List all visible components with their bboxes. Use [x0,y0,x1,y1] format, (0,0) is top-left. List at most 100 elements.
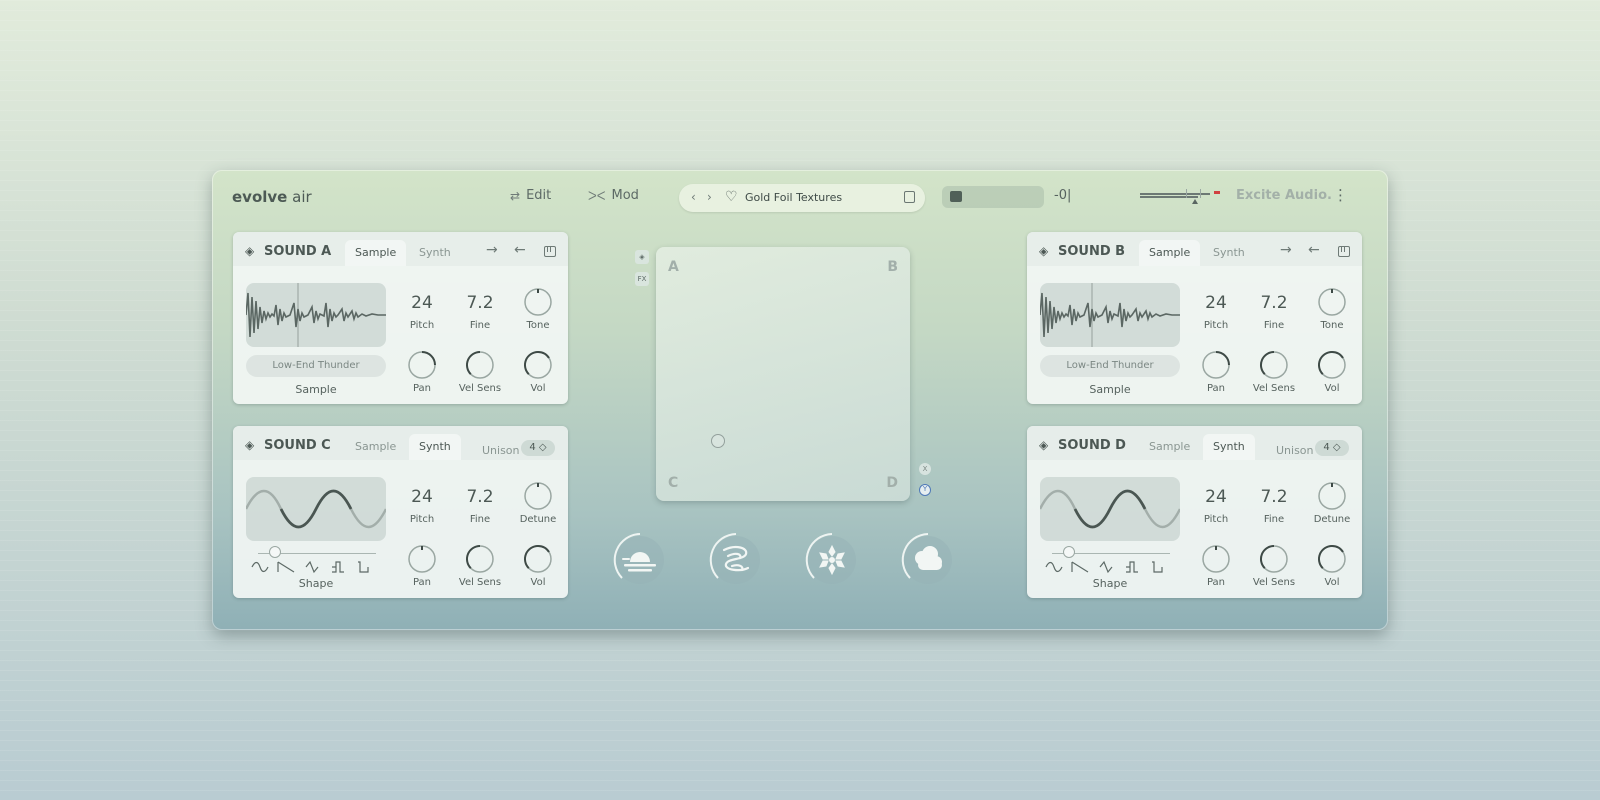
sine-wave-graphic [246,489,386,529]
pitch-value[interactable]: 24 [397,487,447,507]
corner-a-label: A [668,259,679,275]
pan-label: Pan [1206,383,1226,394]
fine-value[interactable]: 7.2 [455,293,505,313]
pitch-label: Pitch [1203,514,1229,525]
pan-knob[interactable] [1200,543,1232,575]
layers-view-button[interactable]: ◈ [635,250,649,264]
detune-knob[interactable] [522,480,554,512]
vol-knob[interactable] [1316,543,1348,575]
meter-tick [1186,189,1187,198]
pan-knob[interactable] [1200,349,1232,381]
snowflake-fx-button[interactable] [802,530,862,590]
xy-pad[interactable]: A B C D [656,247,910,501]
vel-sens-knob[interactable] [1258,349,1290,381]
pitch-value[interactable]: 24 [1191,293,1241,313]
pan-label: Pan [412,577,432,588]
preset-name[interactable]: Gold Foil Textures [745,191,842,204]
vol-knob[interactable] [522,349,554,381]
arrow-right-icon[interactable]: → [1280,242,1292,258]
arrow-left-icon[interactable]: ← [514,242,526,258]
pan-knob[interactable] [406,543,438,575]
cloud-fx-button[interactable] [898,530,958,590]
corner-c-label: C [668,475,679,491]
vel-sens-knob[interactable] [464,349,496,381]
vel-sens-label: Vel Sens [1252,577,1296,588]
x-axis-button[interactable]: X [919,463,931,475]
tab-synth[interactable]: Synth [409,240,461,266]
panel-title: SOUND C [264,438,331,453]
shape-icons [251,560,369,574]
previous-preset-icon[interactable]: ‹ [691,190,696,204]
layers-icon: ◈ [245,244,255,258]
vol-knob[interactable] [522,543,554,575]
panel-title: SOUND A [264,244,332,259]
sample-label: Sample [295,383,337,396]
tab-sample[interactable]: Sample [1139,434,1200,460]
fine-label: Fine [469,320,491,331]
shape-slider-handle[interactable] [269,546,281,558]
unison-stepper[interactable]: 4 ◇ [521,440,555,456]
xy-cursor-handle[interactable] [711,434,725,448]
layers-icon: ◈ [1039,438,1049,452]
y-axis-button[interactable]: Y [919,484,931,496]
heart-icon[interactable]: ♡ [725,189,738,205]
sound-c-panel: ◈ SOUND C Sample Synth Unison 4 ◇ Shape … [233,426,568,598]
edit-button[interactable]: ⇄ Edit [510,188,551,203]
unison-stepper[interactable]: 4 ◇ [1315,440,1349,456]
synth-waveform[interactable] [246,477,386,541]
sample-name-button[interactable]: Low-End Thunder [246,355,386,377]
sound-b-panel: ◈ SOUND B Sample Synth → ← Low-End Thund… [1027,232,1362,404]
piano-keys-icon[interactable] [544,246,556,257]
pitch-value[interactable]: 24 [1191,487,1241,507]
pan-knob[interactable] [406,349,438,381]
pitch-label: Pitch [409,514,435,525]
wind-fx-button[interactable] [706,530,766,590]
vel-sens-knob[interactable] [1258,543,1290,575]
detune-knob[interactable] [1316,480,1348,512]
detune-label: Detune [519,514,557,525]
fine-label: Fine [469,514,491,525]
synth-waveform[interactable] [1040,477,1180,541]
tab-sample[interactable]: Sample [345,434,406,460]
output-display [942,186,1044,208]
pitch-label: Pitch [1203,320,1229,331]
fine-label: Fine [1263,514,1285,525]
swap-arrows-icon: ⇄ [510,188,521,203]
sample-waveform[interactable] [1040,283,1180,347]
sunrise-fx-button[interactable] [610,530,670,590]
tab-sample[interactable]: Sample [345,240,407,266]
fine-value[interactable]: 7.2 [1249,487,1299,507]
fine-value[interactable]: 7.2 [1249,293,1299,313]
top-bar: evolve air ⇄ Edit ᐳᐸ Mod ‹ › ♡ Gold Foil… [212,170,1388,226]
pan-label: Pan [412,383,432,394]
output-meter[interactable] [1140,189,1224,204]
save-icon[interactable] [904,191,915,203]
layers-icon: ◈ [639,253,645,261]
sample-name-button[interactable]: Low-End Thunder [1040,355,1180,377]
tab-sample[interactable]: Sample [1139,240,1201,266]
tone-knob[interactable] [522,286,554,318]
output-link-icon[interactable]: -0| [1054,188,1071,203]
next-preset-icon[interactable]: › [707,190,712,204]
sample-waveform[interactable] [246,283,386,347]
shape-label: Shape [298,577,334,590]
pulse-shape-icon [1152,561,1163,573]
tab-synth[interactable]: Synth [409,434,461,460]
piano-keys-icon[interactable] [1338,246,1350,257]
vel-sens-knob[interactable] [464,543,496,575]
meter-clip-indicator [1214,191,1220,194]
vol-knob[interactable] [1316,349,1348,381]
fx-view-button[interactable]: FX [635,272,649,286]
pitch-value[interactable]: 24 [397,293,447,313]
tab-synth[interactable]: Synth [1203,434,1255,460]
fine-value[interactable]: 7.2 [455,487,505,507]
shape-slider-handle[interactable] [1063,546,1075,558]
tab-synth[interactable]: Synth [1203,240,1255,266]
arrow-left-icon[interactable]: ← [1308,242,1320,258]
mod-button[interactable]: ᐳᐸ Mod [588,188,639,203]
arrow-right-icon[interactable]: → [486,242,498,258]
more-menu-icon[interactable]: ⋮ [1333,186,1348,204]
saw-shape-icon [277,561,295,573]
tone-knob[interactable] [1316,286,1348,318]
meter-marker-icon[interactable] [1192,199,1198,204]
